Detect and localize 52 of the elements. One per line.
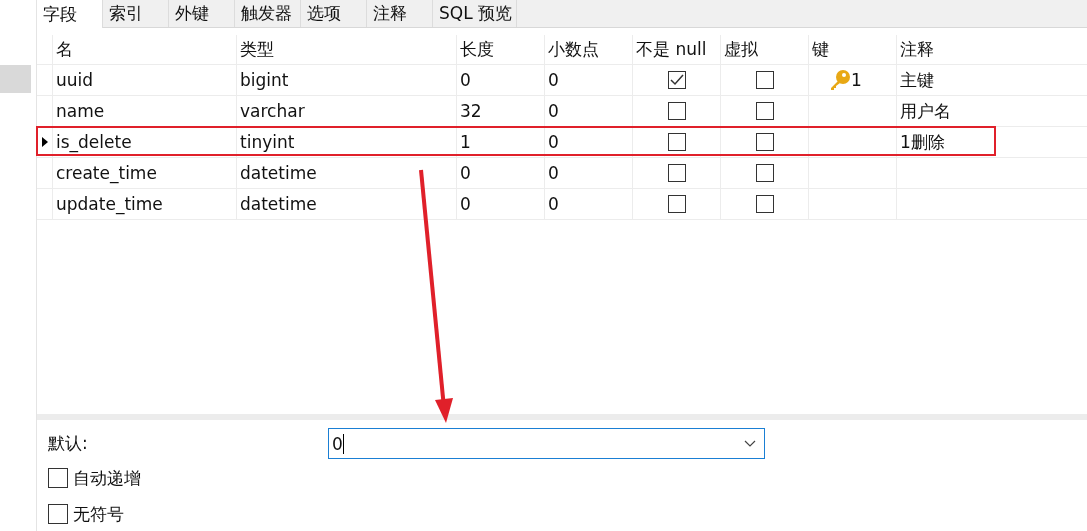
table-cell: 32 (460, 101, 482, 121)
table-cell: uuid (56, 70, 94, 90)
table-cell: 0 (548, 70, 559, 90)
column-header: 注释 (896, 35, 1086, 64)
table-cell: update_time (56, 194, 163, 214)
table-cell: 用户名 (900, 99, 951, 123)
checkbox[interactable] (755, 71, 774, 89)
checkbox[interactable] (667, 133, 686, 151)
table-cell: tinyint (240, 132, 295, 152)
table-cell: 0 (548, 163, 559, 183)
table-cell: 主键 (900, 68, 934, 92)
table-cell: 1 (851, 70, 862, 90)
table-cell: 0 (548, 194, 559, 214)
table-cell: varchar (240, 101, 305, 121)
table-cell: name (56, 101, 105, 121)
checkbox-label: 无符号 (73, 502, 124, 526)
checkbox[interactable] (755, 102, 774, 120)
table-cell: 0 (460, 194, 471, 214)
checkbox[interactable] (48, 504, 68, 524)
table-cell: 0 (460, 163, 471, 183)
column-header: 类型 (236, 35, 456, 64)
checkbox-label: 自动递增 (73, 466, 141, 490)
table-cell: 0 (548, 132, 559, 152)
checkbox[interactable] (667, 195, 686, 213)
column-header: 长度 (456, 35, 544, 64)
checkbox[interactable] (755, 133, 774, 151)
caret-icon (744, 440, 756, 448)
table-cell: 1删除 (900, 130, 945, 154)
checkbox[interactable] (48, 468, 68, 488)
column-header: 不是 null (632, 35, 720, 64)
tab[interactable]: 字段 (37, 0, 103, 28)
table-cell: 0 (548, 101, 559, 121)
column-header: 名 (52, 35, 236, 64)
table-cell: is_delete (56, 132, 132, 152)
checkbox[interactable] (667, 164, 686, 182)
checkbox[interactable] (667, 102, 686, 120)
table-cell: datetime (240, 163, 317, 183)
table-cell: create_time (56, 163, 157, 183)
column-header: 键 (808, 35, 896, 64)
field-label: 默认: (48, 432, 89, 455)
table-cell: bigint (240, 70, 289, 90)
side-panel-block (0, 65, 31, 93)
checkbox[interactable] (667, 71, 686, 89)
checkbox[interactable] (755, 195, 774, 213)
table-cell: 1 (460, 132, 471, 152)
column-header: 小数点 (544, 35, 632, 64)
default-field[interactable]: 0 (328, 428, 765, 459)
table-cell: datetime (240, 194, 317, 214)
checkbox[interactable] (755, 164, 774, 182)
column-header: 虚拟 (720, 35, 808, 64)
table-cell: 0 (460, 70, 471, 90)
key-icon (829, 69, 851, 91)
